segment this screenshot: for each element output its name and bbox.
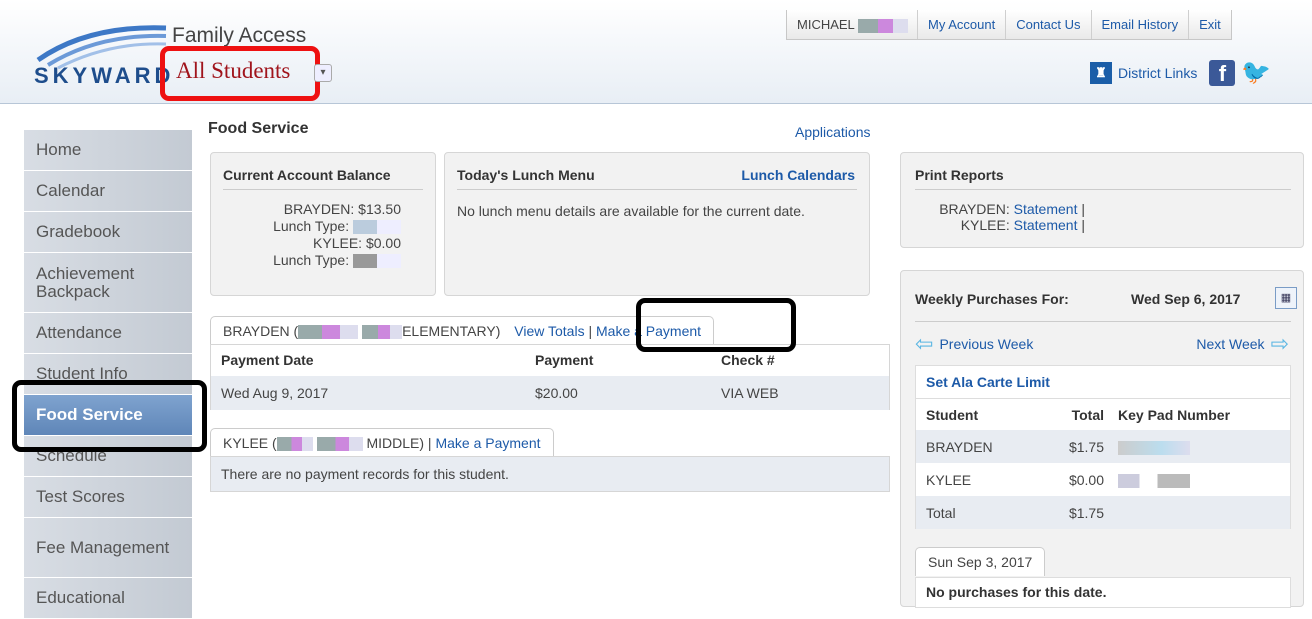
lunch-type-label: Lunch Type: [273, 218, 350, 234]
balance-name: BRAYDEN: [283, 201, 355, 217]
lunch-calendars-link[interactable]: Lunch Calendars [741, 167, 855, 183]
balance-amount: $0.00 [365, 235, 401, 251]
email-history-link[interactable]: Email History [1092, 10, 1190, 39]
tab-label-suffix: ELEMENTARY) [402, 323, 501, 339]
weekly-grid: Set Ala Carte Limit Student Total Key Pa… [915, 365, 1291, 529]
app-title: Family Access [172, 24, 307, 47]
district-links[interactable]: ♜ District Links f 🐦 [1090, 60, 1271, 86]
report-name: BRAYDEN: [939, 201, 1010, 217]
tab-kylee[interactable]: KYLEE ( MIDDLE) | Make a Payment [210, 428, 554, 458]
sidebar-item-educational[interactable]: Educational [24, 578, 192, 619]
previous-week-label[interactable]: Previous Week [939, 336, 1033, 352]
no-purchases-message: No purchases for this date. [926, 584, 1107, 600]
sidebar-item-home[interactable]: Home [24, 130, 192, 171]
balance-heading: Current Account Balance [223, 167, 391, 183]
calendar-icon[interactable]: ▦ [1275, 287, 1297, 309]
user-name: MICHAEL [787, 10, 918, 39]
table-row: Total $1.75 [916, 496, 1290, 529]
column-header: Check # [721, 352, 775, 368]
next-week-label[interactable]: Next Week [1196, 336, 1264, 352]
table-row: BRAYDEN $1.75 [916, 430, 1290, 463]
statement-link[interactable]: Statement [1014, 201, 1078, 217]
lunch-type-label: Lunch Type: [273, 252, 350, 268]
weekly-heading: Weekly Purchases For: [915, 291, 1069, 307]
facebook-icon[interactable]: f [1209, 60, 1236, 86]
page-header: SKYWARD Family Access All Students ▾ MIC… [0, 0, 1312, 104]
column-header: Payment Date [221, 352, 314, 368]
sidebar-item-calendar[interactable]: Calendar [24, 171, 192, 212]
logo-text: SKYWARD [34, 63, 175, 88]
lunch-menu-panel: Today's Lunch Menu Lunch Calendars No lu… [444, 152, 870, 296]
sidebar-item-achievement-backpack[interactable]: Achievement Backpack [24, 253, 192, 313]
table-cell: $1.75 [1068, 504, 1104, 521]
column-header: Student [926, 406, 979, 423]
table-cell: $0.00 [1068, 471, 1104, 488]
kylee-payments-grid: There are no payment records for this st… [210, 456, 890, 492]
table-cell: Wed Aug 9, 2017 [221, 385, 329, 401]
tab-label: KYLEE ( [223, 435, 277, 451]
page-title: Food Service [208, 120, 309, 137]
table-cell: $1.75 [1068, 438, 1104, 455]
highlight-box-make-payment [636, 298, 796, 352]
exit-link[interactable]: Exit [1189, 10, 1231, 39]
chevron-down-icon[interactable]: ▾ [314, 64, 332, 82]
lunch-menu-message: No lunch menu details are available for … [457, 203, 805, 219]
twitter-icon[interactable]: 🐦 [1241, 60, 1271, 86]
contact-us-link[interactable]: Contact Us [1006, 10, 1092, 39]
column-header: Total [1071, 406, 1104, 423]
previous-week-link[interactable]: ⇦ Previous Week [915, 331, 1033, 356]
sidebar: Home Calendar Gradebook Achievement Back… [24, 130, 192, 619]
table-cell: BRAYDEN [926, 438, 993, 455]
tab-label-suffix: MIDDLE) [366, 435, 425, 451]
lunch-menu-heading: Today's Lunch Menu [457, 167, 595, 183]
balance-amount: $13.50 [358, 201, 401, 217]
table-cell: KYLEE [926, 471, 972, 488]
sidebar-item-attendance[interactable]: Attendance [24, 313, 192, 354]
make-payment-link[interactable]: Make a Payment [435, 435, 540, 451]
applications-link[interactable]: Applications [795, 124, 871, 140]
next-week-link[interactable]: Next Week ⇨ [1196, 331, 1289, 356]
table-cell: $20.00 [535, 385, 578, 401]
weekly-purchases-panel: Weekly Purchases For: Wed Sep 6, 2017 ▦ … [900, 270, 1304, 608]
grid-header-row: Student Total Key Pad Number [916, 398, 1290, 430]
no-records-message: There are no payment records for this st… [221, 466, 509, 482]
set-ala-carte-link[interactable]: Set Ala Carte Limit [926, 374, 1050, 390]
highlight-box-food-service [12, 380, 207, 452]
table-cell: VIA WEB [721, 385, 779, 401]
table-cell: Total [926, 504, 956, 521]
table-row: Wed Aug 9, 2017 $20.00 VIA WEB [211, 376, 889, 410]
student-selector[interactable]: All Students [176, 58, 290, 84]
balance-list: BRAYDEN: $13.50 Lunch Type: KYLEE: $0.00… [261, 201, 401, 269]
arrow-right-icon: ⇨ [1270, 331, 1289, 356]
balance-name: KYLEE: [313, 235, 363, 251]
tab-day[interactable]: Sun Sep 3, 2017 [915, 547, 1046, 576]
arrow-left-icon: ⇦ [915, 331, 934, 356]
weekly-date: Wed Sep 6, 2017 [1131, 291, 1241, 307]
view-totals-link[interactable]: View Totals [514, 323, 584, 339]
column-header: Payment [535, 352, 594, 368]
district-icon: ♜ [1090, 62, 1112, 84]
column-header: Key Pad Number [1118, 406, 1231, 423]
top-nav: MICHAEL My Account Contact Us Email Hist… [786, 10, 1232, 40]
tab-label: BRAYDEN ( [223, 323, 299, 339]
statement-link[interactable]: Statement [1014, 217, 1078, 233]
report-name: KYLEE: [960, 217, 1010, 233]
balance-panel: Current Account Balance BRAYDEN: $13.50 … [210, 152, 436, 296]
print-reports-panel: Print Reports BRAYDEN: Statement | KYLEE… [900, 152, 1304, 248]
brayden-payments-grid: Payment Date Payment Check # Wed Aug 9, … [210, 344, 890, 410]
sidebar-item-fee-management[interactable]: Fee Management [24, 518, 192, 578]
table-row: KYLEE $0.00 [916, 463, 1290, 496]
sidebar-item-test-scores[interactable]: Test Scores [24, 477, 192, 518]
day-panel: No purchases for this date. [915, 577, 1291, 608]
print-reports-heading: Print Reports [915, 167, 1004, 183]
sidebar-item-gradebook[interactable]: Gradebook [24, 212, 192, 253]
my-account-link[interactable]: My Account [918, 10, 1007, 39]
district-links-label[interactable]: District Links [1118, 65, 1197, 81]
